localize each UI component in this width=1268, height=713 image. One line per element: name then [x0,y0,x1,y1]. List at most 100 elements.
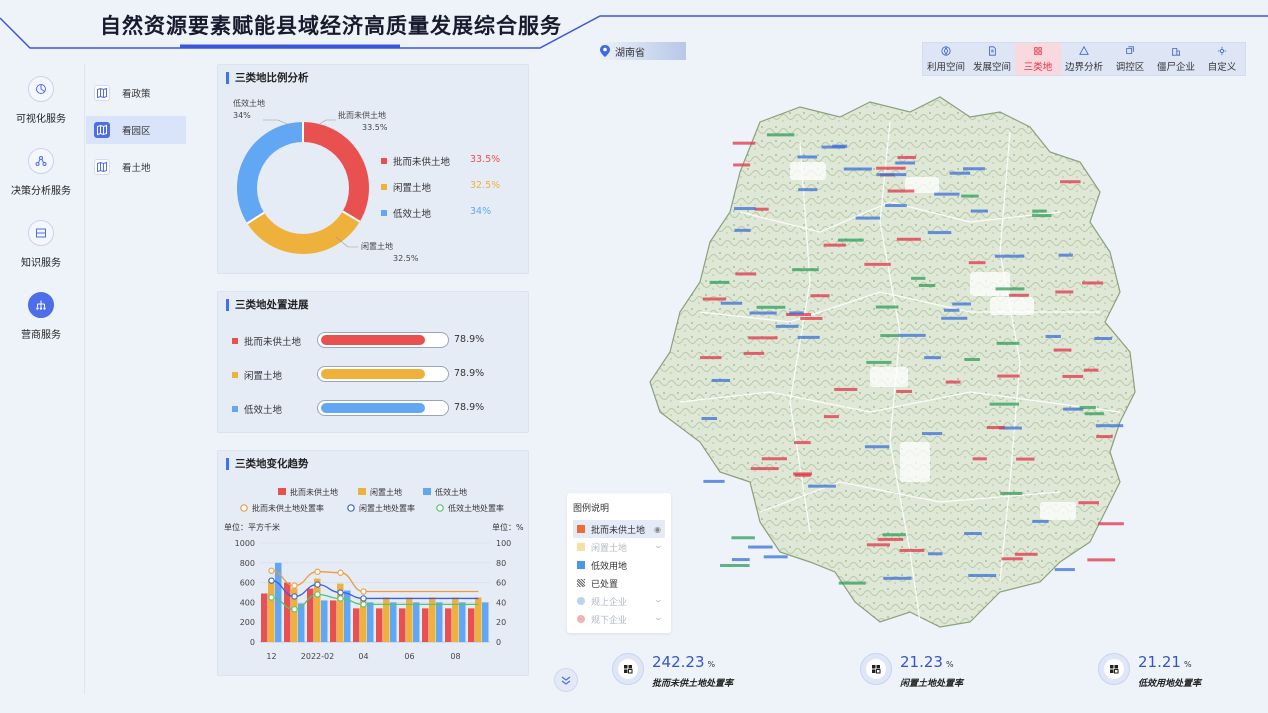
line-point-1-0 [268,577,275,584]
ratio-legend-item: 闲置土地 [381,180,431,194]
nav-item-1[interactable]: 决策分析服务 [0,136,82,208]
progress-fill [321,335,426,345]
eye-closed-icon[interactable]: ⌣ [656,596,661,606]
stat-unit: % [707,660,716,669]
map-marker [701,417,718,421]
stat-value: 242.23 [652,653,705,671]
map-marker [743,351,765,355]
trend-panel: 三类地变化趋势 批而未供土地 闲置土地 低效土地 批而未供土地处置率 闲置土地处置率 低效… [217,450,529,676]
map-legend-item-1[interactable]: 闲置土地 ⌣ [573,538,665,556]
map-legend-item-4[interactable]: 规上企业 ⌣ [573,592,665,610]
x-tick: 06 [404,652,414,661]
toolbar-item-6[interactable]: 自定义 [1199,43,1245,75]
right-axis-unit: 单位：% [492,522,524,532]
toolbar-item-3[interactable]: 边界分析 [1061,43,1107,75]
donut-label-approved-unsupplied: 批而未供土地 33.5% [338,111,388,132]
building-icon [1171,47,1181,56]
map-marker [864,262,891,266]
map-marker [748,336,778,340]
map-marker [754,207,769,211]
toolbar-item-0[interactable]: 利用空间 [923,43,969,75]
map-legend-swatch [577,597,585,605]
map-marker [928,552,943,556]
nav-icon-wrap [28,291,54,318]
bar-0-7 [422,608,429,642]
map-marker [876,166,906,170]
location-pin-icon [600,45,610,57]
x-tick: 12 [266,652,276,661]
map-marker [944,308,960,312]
subnav-item-label: 看土地 [122,163,151,174]
nav-item-0[interactable]: 可视化服务 [0,64,82,136]
bar-1-0 [268,579,275,642]
map-marker [823,243,846,247]
region-selector[interactable]: 湖南省 [598,42,686,60]
nav-item-2[interactable]: 知识服务 [0,208,82,280]
y-left-tick: 800 [240,559,255,568]
map-marker [734,228,751,232]
map-marker [731,536,755,540]
line-point-0-1 [291,582,298,589]
map-marker [711,378,731,382]
map-legend-swatch [577,525,585,533]
map-marker [766,133,795,137]
map-marker [703,479,725,483]
bar-0-8 [445,608,452,642]
map-marker [994,254,1025,258]
map-legend-item-0[interactable]: 批而未供土地 ◉ [573,520,665,538]
map-marker [1062,374,1084,378]
donut-label-low-efficiency: 低效土地 34% [233,99,265,120]
collapse-button[interactable] [554,668,578,692]
map-legend-item-3[interactable]: 已处置 [573,574,665,592]
map-marker [1087,558,1116,562]
map-marker [968,261,986,265]
line-point-0-4 [360,588,367,595]
toolbar-item-2[interactable]: 三类地 [1015,43,1061,75]
map-legend-label: 规上企业 [591,597,628,608]
map-marker [732,141,756,145]
subnav-item-1[interactable]: 看园区 [86,116,186,144]
line-point-1-4 [360,595,367,602]
map-marker [885,204,907,208]
stat-unit: % [1183,660,1192,669]
map-marker [1032,209,1047,213]
map-marker [986,426,1006,430]
map-legend-item-5[interactable]: 规下企业 ⌣ [573,610,665,628]
map-marker [964,532,982,536]
map-marker [720,301,743,305]
map-marker [898,333,926,337]
nav-item-3[interactable]: 营商服务 [0,280,82,352]
nav-icon-wrap [28,219,54,246]
map-marker [952,302,971,306]
stat-icon-inner [866,659,886,679]
map-marker [970,209,988,213]
hunan-map[interactable] [640,82,1160,642]
toolbar-item-label: 利用空间 [926,61,965,73]
map-marker [866,543,890,547]
chevron-down-icon [561,676,571,685]
map-marker [897,155,917,159]
subnav-item-0[interactable]: 看政策 [86,79,186,107]
eye-closed-icon[interactable]: ⌣ [656,614,661,624]
nav-item-label: 可视化服务 [16,113,66,125]
eye-icon[interactable]: ◉ [654,525,661,534]
subnav-item-2[interactable]: 看土地 [86,153,186,181]
eye-closed-icon[interactable]: ⌣ [656,542,661,552]
bar-0-3 [330,600,337,642]
stat-value-wrap: 242.23% [652,653,715,671]
bar-2-5 [390,602,397,642]
toolbar-item-1[interactable]: 发展空间 [969,43,1015,75]
subnav-item-label: 看园区 [122,126,151,137]
chart-icon [36,83,46,94]
map-marker [941,316,968,320]
trend-chart: 批而未供土地 闲置土地 低效土地批而未供土地处置率 闲置土地处置率 低效土地处置率单位：… [224,487,524,661]
toolbar-item-4[interactable]: 调控区 [1107,43,1153,75]
map-legend-swatch [577,561,585,569]
map-marker [1095,424,1124,428]
bar-2-1 [298,603,305,642]
map-legend-item-2[interactable]: 低效用地 [573,556,665,574]
document-icon [989,45,996,56]
map-marker [964,358,980,362]
map-marker [911,276,926,280]
toolbar-item-5[interactable]: 僵尸企业 [1153,43,1199,75]
